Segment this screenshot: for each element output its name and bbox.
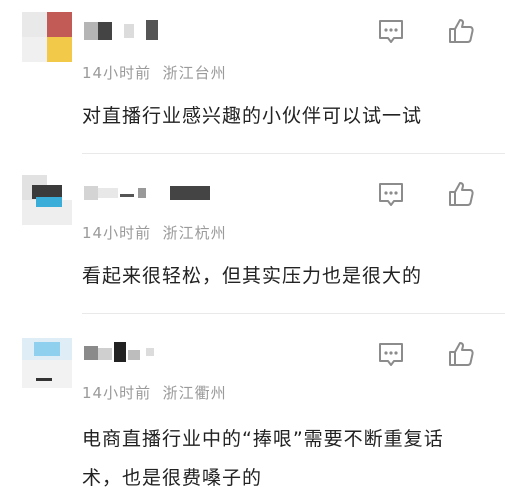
comment-location: 浙江衢州 [162,384,227,402]
comment-item-1: 14小时前 浙江台州 对直播行业感兴趣的小伙伴可以试一试 [0,0,505,155]
comment-bubble-icon[interactable] [377,342,405,368]
divider [82,313,505,314]
user-avatar[interactable] [22,12,72,62]
comment-meta: 14小时前 浙江衢州 [82,382,227,403]
divider [82,153,505,154]
comment-meta: 14小时前 浙江杭州 [82,222,227,243]
comment-time: 14小时前 [82,224,152,242]
username-pixelated[interactable] [84,342,174,364]
username-pixelated[interactable] [84,182,214,204]
comment-time: 14小时前 [82,64,152,82]
comment-item-3: 14小时前 浙江衢州 电商直播行业中的“捧哏”需要不断重复话术，也是很费嗓子的 [0,320,505,500]
comment-text: 对直播行业感兴趣的小伙伴可以试一试 [82,105,423,127]
comment-text: 看起来很轻松，但其实压力也是很大的 [82,265,423,287]
comment-bubble-icon[interactable] [377,19,405,45]
comment-text: 电商直播行业中的“捧哏”需要不断重复话术，也是很费嗓子的 [82,428,444,489]
comment-location: 浙江台州 [162,64,227,82]
comment-location: 浙江杭州 [162,224,227,242]
user-avatar[interactable] [22,175,72,225]
comment-meta: 14小时前 浙江台州 [82,62,227,83]
thumbs-up-icon[interactable] [447,17,475,45]
comment-item-2: 14小时前 浙江杭州 看起来很轻松，但其实压力也是很大的 [0,160,505,315]
comment-time: 14小时前 [82,384,152,402]
comment-bubble-icon[interactable] [377,182,405,208]
thumbs-up-icon[interactable] [447,180,475,208]
username-pixelated[interactable] [84,20,164,42]
thumbs-up-icon[interactable] [447,340,475,368]
user-avatar[interactable] [22,338,72,388]
